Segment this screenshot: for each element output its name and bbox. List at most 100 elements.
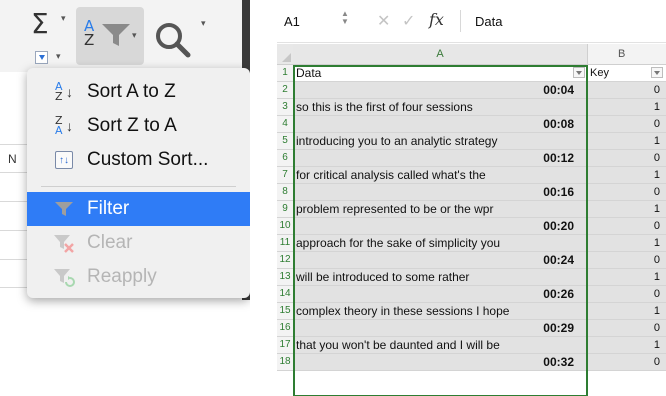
grid-line xyxy=(0,287,28,288)
fill-dropdown-icon[interactable]: ▾ xyxy=(56,52,61,62)
key-cell[interactable]: 1 xyxy=(588,201,666,217)
table-row: 11 approach for the sake of simplicity yo… xyxy=(277,235,666,252)
key-cell[interactable]: 1 xyxy=(588,337,666,353)
table-row: 2 00:04 0 xyxy=(277,82,666,99)
timestamp-cell[interactable]: 00:16 xyxy=(294,184,587,200)
table-row: 14 00:26 0 xyxy=(277,286,666,303)
find-dropdown-icon: ▾ xyxy=(201,18,206,28)
table-row: 9 problem represented to be or the wpr 1 xyxy=(277,201,666,218)
sort-az-icon: A Z xyxy=(84,17,95,49)
timestamp-cell[interactable]: 00:12 xyxy=(294,150,587,166)
table-row: 5 introducing you to an analytic strategy… xyxy=(277,133,666,150)
transcript-cell[interactable]: complex theory in these sessions I hope xyxy=(294,303,587,319)
fill-icon[interactable] xyxy=(35,51,48,64)
select-all-corner[interactable] xyxy=(277,44,294,64)
row-number[interactable]: 1 xyxy=(277,65,294,81)
key-cell[interactable]: 0 xyxy=(588,354,666,370)
key-cell[interactable]: 1 xyxy=(588,269,666,285)
timestamp-cell[interactable]: 00:04 xyxy=(294,82,587,98)
spreadsheet-panel: A1 ▲ ▼ ✕ ✓ fx Data A B 1 Data Key 2 00:04 0… xyxy=(277,0,666,396)
transcript-cell[interactable]: approach for the sake of simplicity you xyxy=(294,235,587,251)
row-number[interactable]: 9 xyxy=(277,201,294,217)
row-number[interactable]: 17 xyxy=(277,337,294,353)
timestamp-cell[interactable]: 00:29 xyxy=(294,320,587,336)
key-cell[interactable]: 0 xyxy=(588,252,666,268)
find-select-button[interactable]: ▾ xyxy=(153,18,206,65)
table-row: 3 so this is the first of four sessions 1 xyxy=(277,99,666,116)
menu-item-clear[interactable]: Clear xyxy=(27,226,250,260)
filter-dropdown-data[interactable] xyxy=(573,67,585,78)
row-number[interactable]: 6 xyxy=(277,150,294,166)
table-header-row: 1 Data Key xyxy=(277,65,666,82)
name-box-stepper-icon[interactable]: ▲ ▼ xyxy=(341,10,349,26)
key-cell[interactable]: 0 xyxy=(588,116,666,132)
key-cell[interactable]: 0 xyxy=(588,320,666,336)
key-cell[interactable]: 0 xyxy=(588,150,666,166)
header-cell-data[interactable]: Data xyxy=(294,65,587,81)
column-header-b[interactable]: B xyxy=(588,44,666,64)
menu-item-sort-z-to-a[interactable]: Z A ↓ Sort Z to A xyxy=(27,109,250,143)
transcript-cell[interactable]: will be introduced to some rather xyxy=(294,269,587,285)
timestamp-cell[interactable]: 00:20 xyxy=(294,218,587,234)
sort-filter-panel: Σ ▾ ▾ A Z ▾ ▾ N A Z ↓ Sort A to Z Z A ↓ … xyxy=(0,0,250,396)
table-row: 15 complex theory in these sessions I hop… xyxy=(277,303,666,320)
key-cell[interactable]: 1 xyxy=(588,235,666,251)
key-cell[interactable]: 1 xyxy=(588,303,666,319)
transcript-cell[interactable]: introducing you to an analytic strategy xyxy=(294,133,587,149)
row-number[interactable]: 3 xyxy=(277,99,294,115)
row-number[interactable]: 7 xyxy=(277,167,294,183)
grid-line xyxy=(0,201,28,202)
key-cell[interactable]: 0 xyxy=(588,286,666,302)
key-cell[interactable]: 0 xyxy=(588,184,666,200)
menu-item-custom-sort[interactable]: ↑↓ Custom Sort... xyxy=(27,143,250,177)
row-number[interactable]: 13 xyxy=(277,269,294,285)
autosum-dropdown-icon[interactable]: ▾ xyxy=(61,14,66,24)
key-cell[interactable]: 1 xyxy=(588,133,666,149)
row-number[interactable]: 14 xyxy=(277,286,294,302)
filter-dropdown-key[interactable] xyxy=(651,67,663,78)
timestamp-cell[interactable]: 00:32 xyxy=(294,354,587,370)
row-number[interactable]: 2 xyxy=(277,82,294,98)
formula-input[interactable]: Data xyxy=(475,14,502,29)
row-number[interactable]: 4 xyxy=(277,116,294,132)
row-number[interactable]: 8 xyxy=(277,184,294,200)
grid-line xyxy=(0,230,28,231)
row-number[interactable]: 11 xyxy=(277,235,294,251)
key-cell[interactable]: 0 xyxy=(588,218,666,234)
table-row: 6 00:12 0 xyxy=(277,150,666,167)
funnel-icon xyxy=(102,24,130,46)
menu-item-reapply[interactable]: Reapply xyxy=(27,260,250,294)
autosum-icon[interactable]: Σ xyxy=(31,10,49,38)
row-number[interactable]: 12 xyxy=(277,252,294,268)
key-cell[interactable]: 1 xyxy=(588,99,666,115)
row-number[interactable]: 16 xyxy=(277,320,294,336)
key-cell[interactable]: 1 xyxy=(588,167,666,183)
row-number[interactable]: 15 xyxy=(277,303,294,319)
sort-filter-button[interactable]: A Z ▾ xyxy=(76,7,144,65)
grid-line xyxy=(0,259,28,260)
key-cell[interactable]: 0 xyxy=(588,82,666,98)
filter-icon xyxy=(51,196,77,222)
transcript-cell[interactable]: for critical analysis called what's the xyxy=(294,167,587,183)
cancel-icon[interactable]: ✕ xyxy=(377,11,390,31)
name-box[interactable]: A1 xyxy=(284,14,300,29)
timestamp-cell[interactable]: 00:24 xyxy=(294,252,587,268)
formula-bar-divider xyxy=(460,10,461,32)
menu-item-sort-a-to-z[interactable]: A Z ↓ Sort A to Z xyxy=(27,75,250,109)
row-number[interactable]: 18 xyxy=(277,354,294,370)
timestamp-cell[interactable]: 00:08 xyxy=(294,116,587,132)
enter-checkmark-icon[interactable]: ✓ xyxy=(402,11,415,31)
transcript-cell[interactable]: problem represented to be or the wpr xyxy=(294,201,587,217)
column-header-a[interactable]: A xyxy=(293,44,588,64)
transcript-cell[interactable]: so this is the first of four sessions xyxy=(294,99,587,115)
sort-a-to-z-icon: A Z ↓ xyxy=(55,80,73,103)
formula-bar: A1 ▲ ▼ ✕ ✓ fx Data xyxy=(277,0,666,43)
column-header-n: N xyxy=(8,152,17,166)
table-row: 8 00:16 0 xyxy=(277,184,666,201)
row-number[interactable]: 5 xyxy=(277,133,294,149)
row-number[interactable]: 10 xyxy=(277,218,294,234)
timestamp-cell[interactable]: 00:26 xyxy=(294,286,587,302)
menu-item-filter[interactable]: Filter xyxy=(27,192,250,226)
transcript-cell[interactable]: that you won't be daunted and I will be xyxy=(294,337,587,353)
insert-function-icon[interactable]: fx xyxy=(429,10,444,29)
